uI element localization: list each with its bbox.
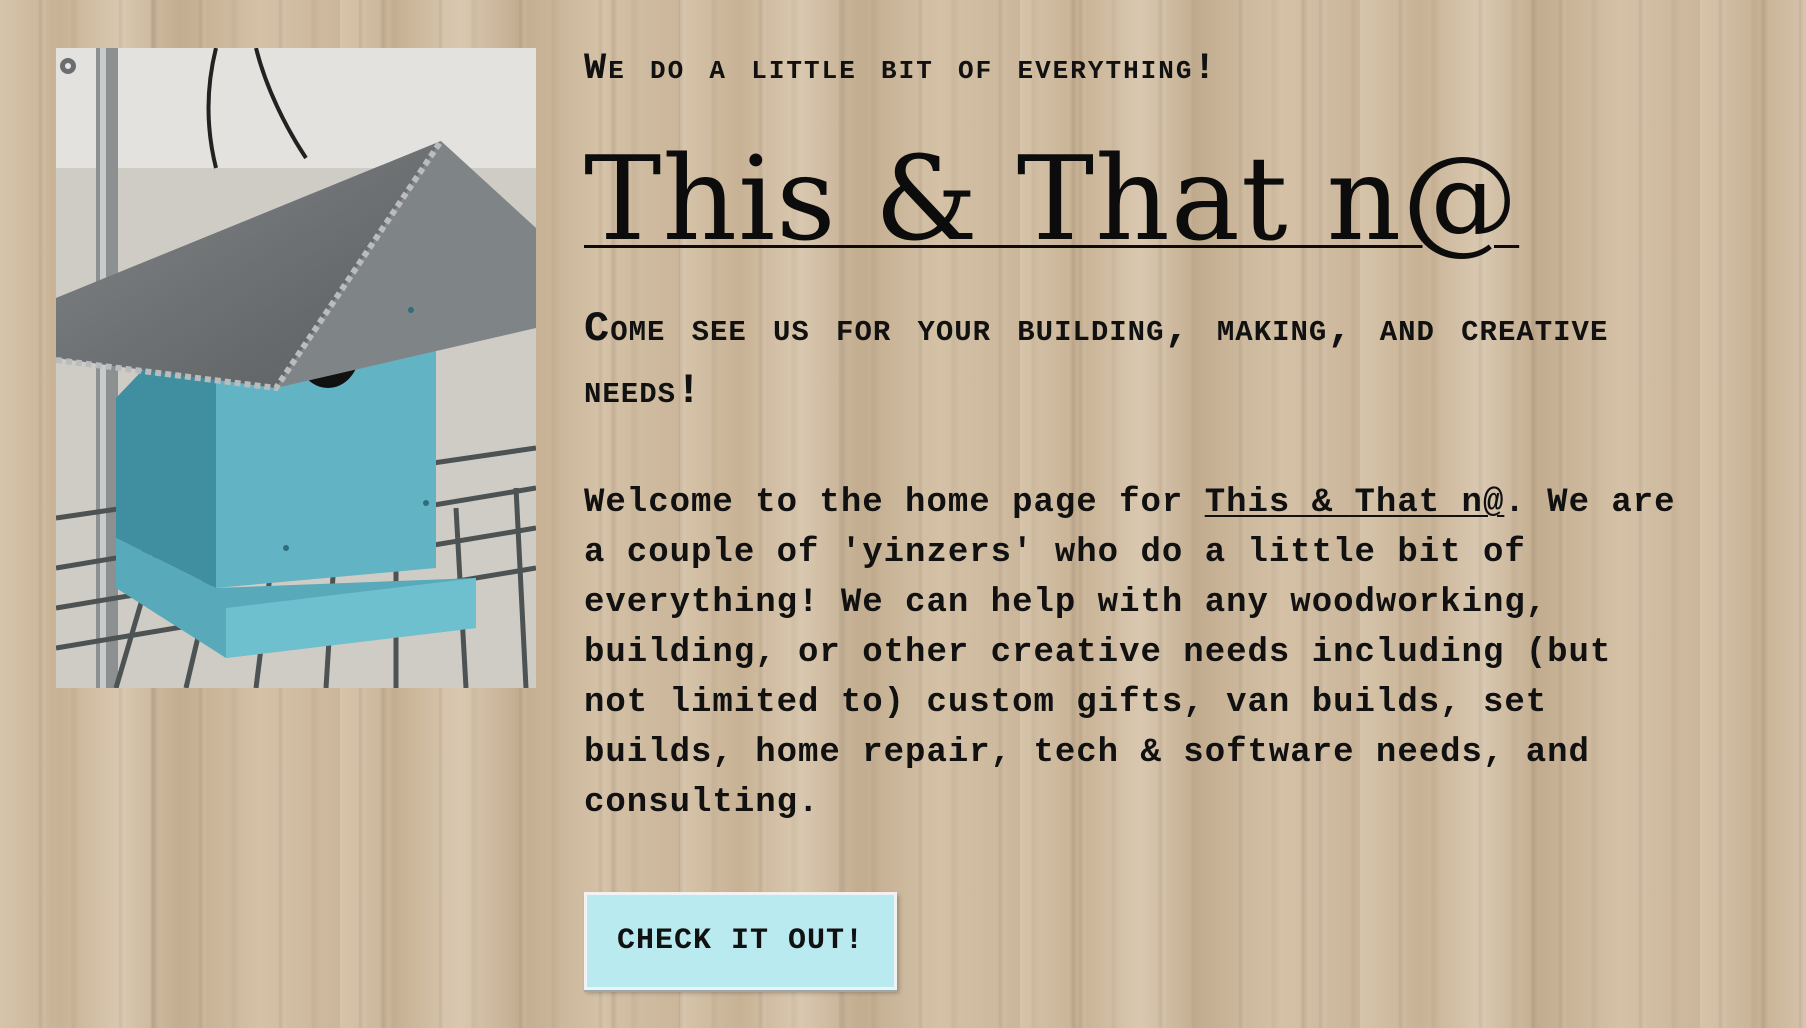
site-title[interactable]: This & That n@ xyxy=(584,136,1519,264)
hero-content: We do a little bit of everything! This &… xyxy=(584,44,1734,990)
subtitle: Come see us for your building, making, a… xyxy=(584,305,1609,415)
birdhouse-illustration xyxy=(56,48,536,688)
intro-paragraph: Welcome to the home page for This & That… xyxy=(584,478,1684,828)
check-it-out-button[interactable]: CHECK IT OUT! xyxy=(584,892,898,990)
intro-site-link[interactable]: This & That n@ xyxy=(1205,484,1505,522)
birdhouse-photo xyxy=(56,48,536,688)
tagline: We do a little bit of everything! xyxy=(584,48,1218,90)
intro-text-end: . We are a couple of 'yinzers' who do a … xyxy=(584,484,1676,822)
intro-text-start: Welcome to the home page for xyxy=(584,484,1205,522)
